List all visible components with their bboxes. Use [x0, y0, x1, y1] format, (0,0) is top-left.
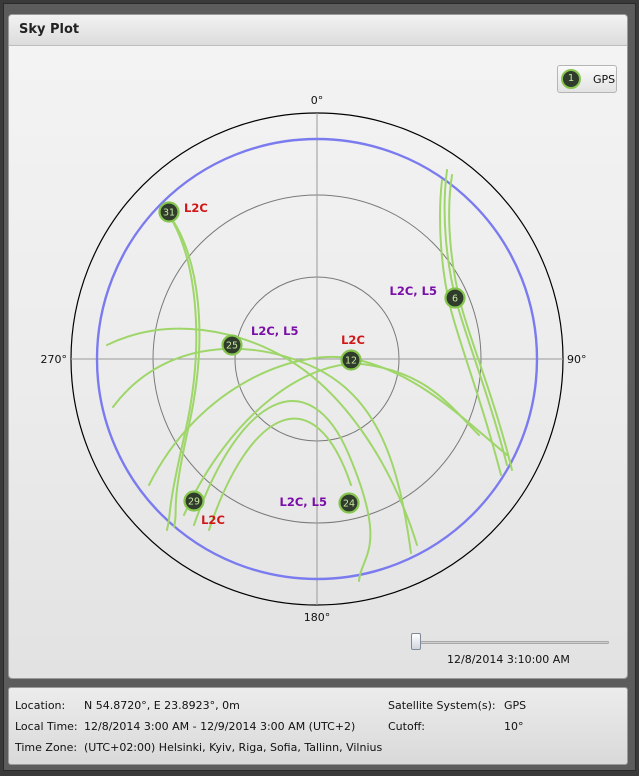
direction-label-north: 0°	[311, 94, 324, 107]
satellite-signal-label: L2C	[184, 201, 208, 215]
cutoff-value: 10°	[504, 720, 524, 733]
local-time-value: 12/8/2014 3:00 AM - 12/9/2014 3:00 AM (U…	[84, 720, 356, 733]
time-slider-value: 12/8/2014 3:10:00 AM	[447, 653, 570, 666]
direction-label-west: 270°	[41, 353, 68, 366]
satellite-prn: 24	[343, 499, 355, 510]
satellite-prn: 25	[226, 341, 238, 352]
time-zone-label: Time Zone:	[15, 741, 78, 754]
gps-legend-label: GPS	[593, 73, 616, 86]
track-25b	[112, 347, 412, 554]
satellite-prn: 12	[345, 356, 357, 367]
satellite-system-value: GPS	[504, 699, 527, 712]
satellite-signal-label: L2C	[341, 333, 365, 347]
legend[interactable]: 1 GPS	[557, 65, 617, 93]
satellite-24[interactable]: 24 L2C, L5	[280, 492, 360, 514]
satellite-system-label: Satellite System(s):	[388, 699, 496, 712]
satellite-signal-label: L2C	[201, 513, 225, 527]
location-value: N 54.8720°, E 23.8923°, 0m	[84, 699, 240, 712]
sky-plot-window: Sky Plot 0° 90° 180° 270° 31 L2C 6 L2C, …	[3, 3, 636, 771]
direction-label-south: 180°	[304, 611, 331, 624]
direction-label-east: 90°	[567, 353, 587, 366]
satellite-31[interactable]: 31 L2C	[158, 201, 208, 223]
time-slider-thumb[interactable]	[411, 633, 421, 650]
satellite-prn: 29	[188, 497, 200, 508]
location-label: Location:	[15, 699, 66, 712]
satellite-signal-label: L2C, L5	[251, 324, 298, 338]
satellite-layer: 31 L2C6L2C, L525L2C, L512L2C29L2C24L2C, L…	[158, 201, 466, 527]
time-slider-track[interactable]	[412, 641, 609, 644]
satellite-signal-label: L2C, L5	[280, 495, 327, 509]
satellite-prn: 31	[163, 208, 175, 219]
info-panel: Location: N 54.8720°, E 23.8923°, 0m Loc…	[8, 687, 628, 765]
track-24b	[208, 417, 352, 531]
gps-legend-marker: 1	[561, 69, 581, 89]
satellite-prn: 6	[452, 294, 458, 305]
cutoff-label: Cutoff:	[388, 720, 425, 733]
satellite-signal-label: L2C, L5	[390, 284, 437, 298]
local-time-label: Local Time:	[15, 720, 78, 733]
time-zone-value: (UTC+02:00) Helsinki, Kyiv, Riga, Sofia,…	[84, 741, 383, 754]
sky-plot-chart[interactable]: 0° 90° 180° 270° 31 L2C 6 L2C, L5 25 L2C, L5 1…	[9, 15, 628, 679]
track-6b	[448, 174, 513, 471]
sky-plot-panel: Sky Plot 0° 90° 180° 270° 31 L2C 6 L2C, …	[8, 14, 628, 679]
